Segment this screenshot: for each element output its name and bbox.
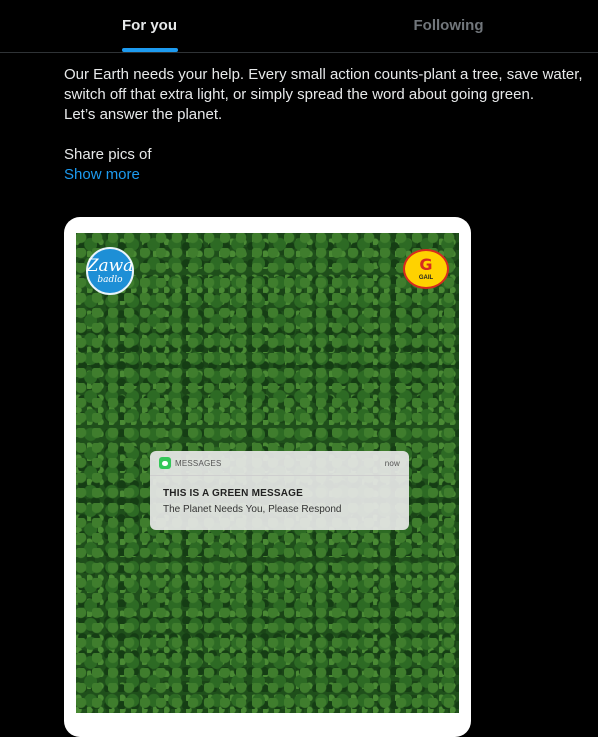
gail-logo: G GAIL [403, 249, 449, 289]
show-more-link[interactable]: Show more [64, 166, 140, 183]
tab-for-you-label: For you [122, 16, 177, 34]
message-notification: MESSAGES now THIS IS A GREEN MESSAGE The… [150, 451, 409, 530]
gail-logo-word: GAIL [418, 275, 434, 281]
active-tab-indicator [121, 48, 178, 52]
tweet-paragraph-3: Share pics of [64, 146, 152, 163]
tab-following-label: Following [413, 16, 484, 34]
timeline-tabs: For you Following [0, 0, 598, 53]
tweet-paragraph-1: Our Earth needs your help. Every small a… [64, 66, 583, 103]
zawa-badlo-logo: Zawa badlo [86, 247, 134, 295]
tweet-text: Our Earth needs your help. Every small a… [64, 65, 584, 185]
forest-aerial-image: Zawa badlo G GAIL MESSAGES now THIS IS A… [76, 233, 459, 713]
gail-logo-mark: G [419, 255, 433, 274]
notification-header: MESSAGES now [159, 456, 400, 470]
notification-body: The Planet Needs You, Please Respond [163, 504, 342, 515]
logo-left-subtext: badlo [97, 274, 123, 285]
notification-time: now [384, 458, 400, 468]
tab-following[interactable]: Following [299, 0, 598, 52]
tweet-paragraph-2: Let’s answer the planet. [64, 106, 223, 123]
tweet-media-image[interactable]: Zawa badlo G GAIL MESSAGES now THIS IS A… [64, 217, 471, 737]
messages-app-icon [159, 457, 171, 469]
notification-divider [150, 475, 409, 476]
notification-app-name: MESSAGES [175, 458, 222, 468]
logo-left-text: Zawa [86, 255, 134, 276]
notification-title: THIS IS A GREEN MESSAGE [163, 488, 303, 499]
tab-for-you[interactable]: For you [0, 0, 299, 52]
